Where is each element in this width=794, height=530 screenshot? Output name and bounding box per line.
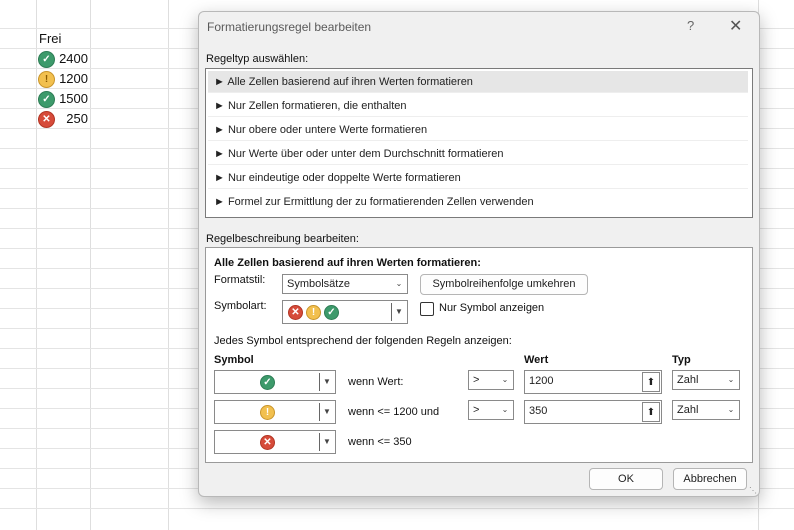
format-rule-dialog: Formatierungsregel bearbeiten ? ✕ Regelt…: [198, 11, 760, 497]
cell-value[interactable]: 2400: [58, 51, 88, 66]
cell-value[interactable]: 1500: [58, 91, 88, 106]
symbolart-select[interactable]: ✕ ! ✓ ▼: [282, 300, 408, 324]
chevron-down-icon: ⌄: [395, 279, 403, 288]
formatstil-label: Formatstil:: [214, 274, 266, 286]
cell-reference-button-2[interactable]: ⬆: [642, 402, 660, 422]
rule-item-contains[interactable]: ► Nur Zellen formatieren, die enthalten: [208, 95, 748, 117]
value-text: 350: [529, 405, 548, 417]
only-symbol-label: Nur Symbol anzeigen: [439, 302, 545, 314]
condition-text-3: wenn <= 350: [348, 436, 412, 448]
rule-description-box: Alle Zellen basierend auf ihren Werten f…: [205, 247, 753, 463]
type-value: Zahl: [677, 374, 699, 386]
symbolart-label: Symbolart:: [214, 300, 267, 312]
ruletype-list[interactable]: ► Alle Zellen basierend auf ihren Werten…: [205, 68, 753, 218]
resize-grip-icon[interactable]: ⋱: [749, 486, 757, 495]
ok-button[interactable]: OK: [589, 468, 663, 490]
reverse-icon-order-button[interactable]: Symbolreihenfolge umkehren: [420, 274, 588, 295]
x-circle-icon: ✕: [38, 111, 55, 128]
rule-item-formula[interactable]: ► Formel zur Ermittlung der zu formatier…: [208, 191, 748, 213]
type-select-1[interactable]: Zahl ⌄: [672, 370, 740, 390]
exclamation-circle-icon: !: [260, 405, 275, 420]
cell-value[interactable]: 1200: [58, 71, 88, 86]
cell-value[interactable]: 250: [58, 111, 88, 126]
column-wert-header: Wert: [524, 354, 549, 366]
rules-caption: Jedes Symbol entsprechend der folgenden …: [214, 335, 512, 347]
rule-item-above-below-average[interactable]: ► Nur Werte über oder unter dem Durchsch…: [208, 143, 748, 165]
rule-item-all-cells[interactable]: ► Alle Zellen basierend auf ihren Werten…: [208, 71, 748, 93]
x-circle-icon: ✕: [288, 305, 303, 320]
chevron-down-icon: ⌄: [727, 375, 735, 384]
operator-value: >: [473, 374, 480, 386]
chevron-down-icon: ⌄: [727, 405, 735, 414]
cell-reference-button-1[interactable]: ⬆: [642, 372, 660, 392]
dropdown-arrow-icon: ▼: [323, 407, 331, 416]
cancel-button[interactable]: Abbrechen: [673, 468, 747, 490]
dropdown-arrow-icon: ▼: [323, 377, 331, 386]
ruletype-label: Regeltyp auswählen:: [206, 53, 309, 65]
operator-select-2[interactable]: > ⌄: [468, 400, 514, 420]
operator-value: >: [473, 404, 480, 416]
check-circle-icon: ✓: [260, 375, 275, 390]
column-symbol-header: Symbol: [214, 354, 254, 366]
icon-select-1[interactable]: ✓ ▼: [214, 370, 336, 394]
check-circle-icon: ✓: [38, 91, 55, 108]
type-select-2[interactable]: Zahl ⌄: [672, 400, 740, 420]
close-button[interactable]: ✕: [729, 16, 742, 36]
chevron-down-icon: ⌄: [501, 405, 509, 414]
value-text: 1200: [529, 375, 554, 387]
description-label: Regelbeschreibung bearbeiten:: [206, 233, 359, 245]
icon-select-2[interactable]: ! ▼: [214, 400, 336, 424]
exclamation-circle-icon: !: [306, 305, 321, 320]
type-value: Zahl: [677, 404, 699, 416]
check-circle-icon: ✓: [324, 305, 339, 320]
x-circle-icon: ✕: [260, 435, 275, 450]
rule-item-unique-duplicate[interactable]: ► Nur eindeutige oder doppelte Werte for…: [208, 167, 748, 189]
upload-arrow-icon: ⬆: [646, 376, 656, 388]
exclamation-circle-icon: !: [38, 71, 55, 88]
condition-text-1: wenn Wert:: [348, 376, 404, 388]
formatstil-value: Symbolsätze: [287, 278, 350, 290]
chevron-down-icon: ⌄: [501, 375, 509, 384]
only-symbol-checkbox[interactable]: [420, 302, 434, 316]
column-header-frei[interactable]: Frei: [39, 31, 61, 46]
operator-select-1[interactable]: > ⌄: [468, 370, 514, 390]
icon-select-3[interactable]: ✕ ▼: [214, 430, 336, 454]
description-heading: Alle Zellen basierend auf ihren Werten f…: [214, 257, 481, 269]
condition-text-2: wenn <= 1200 und: [348, 406, 440, 418]
formatstil-select[interactable]: Symbolsätze ⌄: [282, 274, 408, 294]
dropdown-arrow-icon: ▼: [323, 437, 331, 446]
upload-arrow-icon: ⬆: [646, 406, 656, 418]
column-typ-header: Typ: [672, 354, 691, 366]
help-button[interactable]: ?: [687, 18, 694, 33]
dialog-title: Formatierungsregel bearbeiten: [207, 20, 372, 34]
icon-set-preview: ✕ ! ✓: [288, 305, 339, 320]
rule-item-top-bottom[interactable]: ► Nur obere oder untere Werte formatiere…: [208, 119, 748, 141]
dropdown-arrow-icon: ▼: [395, 307, 403, 316]
check-circle-icon: ✓: [38, 51, 55, 68]
